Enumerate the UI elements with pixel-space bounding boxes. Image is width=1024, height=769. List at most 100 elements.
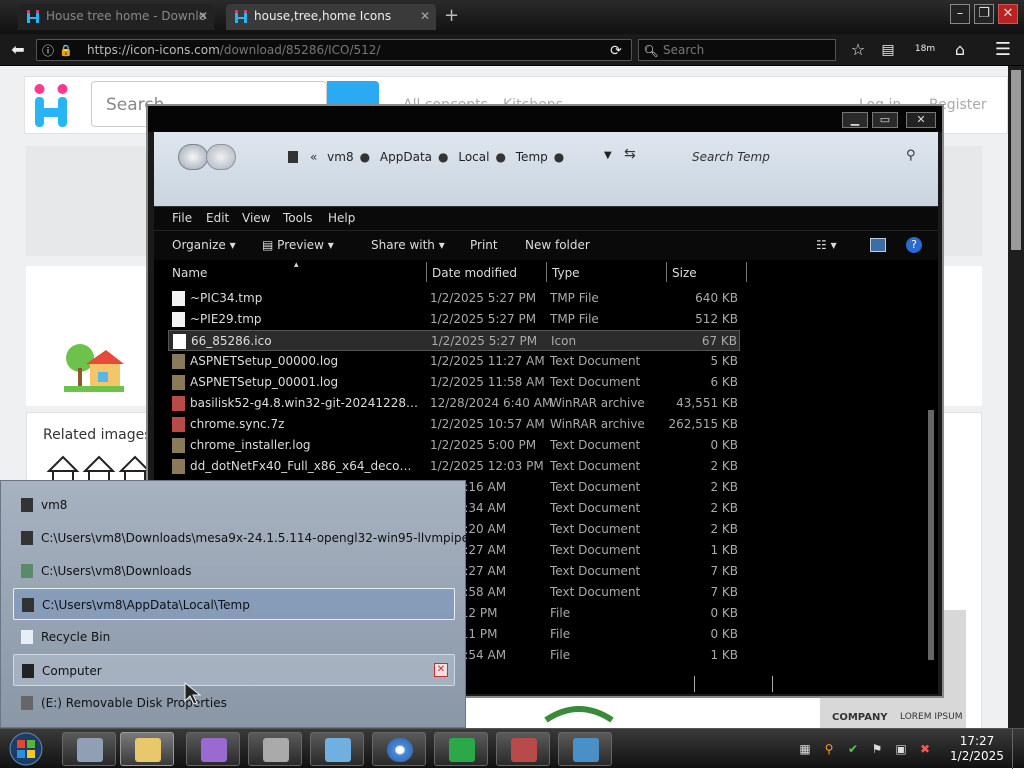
breadcrumb-item[interactable]: Temp [516,150,548,164]
breadcrumb-item[interactable]: AppData [380,150,432,164]
windows-start-icon[interactable] [4,731,48,767]
tray-flag-icon[interactable]: ⚑ [870,742,884,756]
explorer-titlebar[interactable]: ▁ ▭ ✕ [148,106,942,132]
help-icon[interactable]: ? [906,237,922,253]
clock[interactable]: 17:27 1/2/2025 [946,734,1008,764]
file-row[interactable]: ASPNETSetup_00001.log 1/2/2025 11:58 AM Te… [168,372,740,393]
site-logo-icon[interactable] [31,83,71,129]
tray-keyboard-icon[interactable]: ▦ [798,742,812,756]
browser-tab-house-tree-home[interactable]: House tree home - Downlo ✕ [18,4,214,30]
menu-view[interactable]: View [242,211,270,225]
breadcrumb-separator-icon[interactable]: ● [495,150,505,164]
taskbar-app-button[interactable] [186,732,240,766]
tray-search-icon[interactable]: ⚲ [822,742,836,756]
taskbar-app-button[interactable] [310,732,364,766]
menu-hamburger-icon[interactable]: ☰ [990,34,1016,66]
file-row[interactable]: ASPNETSetup_00000.log 1/2/2025 11:27 AM Te… [168,351,740,372]
browser-minimize-button[interactable]: – [950,4,970,24]
show-desktop-button[interactable] [1012,729,1024,769]
share-with-button[interactable]: Share with ▾ [371,238,445,252]
tray-check-icon[interactable]: ✔ [846,742,860,756]
breadcrumb[interactable]: « vm8 ● AppData ● Local ● Temp ● [288,150,570,164]
downloads-badge[interactable]: 18m [908,34,942,64]
jump-list-item[interactable]: vm8 [13,489,455,521]
browser-search-input[interactable]: 🔍︎ Search [638,39,836,61]
tray-network-icon[interactable]: ▣ [894,742,908,756]
bookmark-star-icon[interactable]: ☆ [846,34,870,66]
file-row[interactable]: chrome.sync.7z 1/2/2025 10:57 AM WinRAR ar… [168,414,740,435]
address-dropdown-icon[interactable]: ▼ [604,150,612,161]
file-list-scrollbar[interactable] [926,264,936,676]
column-divider[interactable] [746,262,747,282]
taskbar-winrar-button[interactable] [496,732,550,766]
home-icon[interactable]: ⌂ [948,34,972,66]
taskbar-app-button[interactable] [248,732,302,766]
menu-tools[interactable]: Tools [283,211,313,225]
organize-button[interactable]: Organize ▾ [172,238,236,252]
column-divider[interactable] [546,262,547,282]
taskbar-app-button[interactable] [558,732,612,766]
browser-close-button[interactable]: ✕ [998,4,1018,24]
menu-file[interactable]: File [172,211,192,225]
taskbar-computer-button[interactable] [62,732,116,766]
breadcrumb-separator-icon[interactable]: ● [438,150,448,164]
jump-list-item[interactable]: Recycle Bin [13,621,455,653]
column-size[interactable]: Size [672,266,697,280]
explorer-minimize-button[interactable]: ▁ [842,112,868,128]
jump-list-item[interactable]: C:\Users\vm8\Downloads\mesa9x-24.1.5.114… [13,522,469,554]
explorer-maximize-button[interactable]: ▭ [872,112,898,128]
back-button[interactable] [178,144,208,170]
url-text[interactable]: https://icon-icons.com/download/85286/IC… [87,43,380,57]
new-folder-button[interactable]: New folder [525,238,590,252]
menu-help[interactable]: Help [328,211,355,225]
forward-button[interactable] [206,144,236,170]
back-arrow-icon[interactable]: ⬅ [6,34,30,66]
jump-list-item[interactable]: C:\Users\vm8\Downloads [13,555,455,587]
jump-list-item[interactable]: Computer ✕ [13,654,455,686]
browser-restore-button[interactable]: ❐ [974,4,994,24]
column-name[interactable]: Name [172,266,207,280]
remove-pin-icon[interactable]: ✕ [434,663,448,677]
tray-volume-icon[interactable]: ✖ [918,742,932,756]
page-scrollbar[interactable] [1008,66,1024,728]
column-date-modified[interactable]: Date modified [432,266,517,280]
reload-icon[interactable]: ⟳ [607,35,625,67]
explorer-search-input[interactable]: Search Temp [692,150,770,164]
browser-tab-house-tree-home-icons[interactable]: house,tree,home Icons ✕ [226,4,436,30]
file-row[interactable]: 66_85286.ico 1/2/2025 5:27 PM Icon 67 KB [168,330,740,351]
print-button[interactable]: Print [470,238,498,252]
file-row[interactable]: basilisk52-g4.8.win32-git-20241228-3219.… [168,393,740,414]
page-scrollbar-thumb[interactable] [1011,70,1021,250]
taskbar-chrome-button[interactable] [372,732,426,766]
info-icon[interactable]: ⓘ [41,35,55,67]
file-row[interactable]: ~PIC34.tmp 1/2/2025 5:27 PM TMP File 640 KB [168,288,740,309]
view-options-icon[interactable]: ☷ ▾ [816,238,837,252]
taskbar-app-button[interactable] [434,732,488,766]
file-row[interactable]: dd_dotNetFx40_Full_x86_x64_decompress...… [168,456,740,477]
breadcrumb-overflow-icon[interactable]: « [310,150,317,164]
jump-list-item[interactable]: (E:) Removable Disk Properties [13,687,455,719]
reading-list-icon[interactable]: ▤ [876,34,900,66]
breadcrumb-separator-icon[interactable]: ● [360,150,370,164]
breadcrumb-separator-icon[interactable]: ● [554,150,564,164]
preview-button[interactable]: ▤ Preview ▾ [262,238,334,252]
new-tab-button[interactable]: + [444,6,459,26]
file-row[interactable]: ~PIE29.tmp 1/2/2025 5:27 PM TMP File 512 KB [168,309,740,330]
column-divider[interactable] [426,262,427,282]
preview-pane-icon[interactable] [870,238,886,252]
jump-list-item[interactable]: C:\Users\vm8\AppData\Local\Temp [13,588,455,620]
breadcrumb-item[interactable]: vm8 [327,150,353,164]
refresh-icon[interactable]: ⇆ [624,146,636,162]
menu-edit[interactable]: Edit [206,211,229,225]
breadcrumb-item[interactable]: Local [458,150,489,164]
taskbar-explorer-button[interactable] [120,732,174,766]
url-bar[interactable]: ⓘ 🔒 https://icon-icons.com/download/8528… [36,39,632,61]
search-icon[interactable]: ⚲ [906,148,916,163]
column-divider[interactable] [666,262,667,282]
tab-close-icon[interactable]: ✕ [420,4,430,29]
explorer-close-button[interactable]: ✕ [906,112,936,128]
file-list-scrollbar-thumb[interactable] [928,410,934,660]
tab-close-icon[interactable]: ✕ [198,4,208,29]
file-row[interactable]: chrome_installer.log 1/2/2025 5:00 PM Text… [168,435,740,456]
column-type[interactable]: Type [552,266,580,280]
